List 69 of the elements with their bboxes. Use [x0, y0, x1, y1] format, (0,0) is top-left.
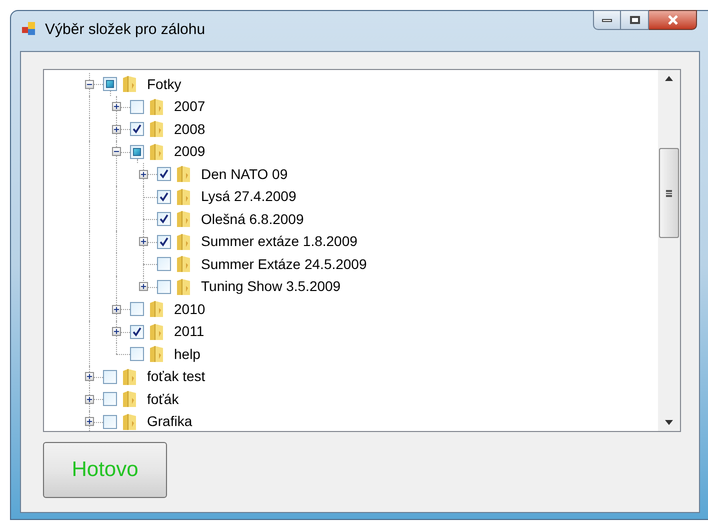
checkbox[interactable] [130, 302, 144, 316]
expand-toggle[interactable] [139, 170, 148, 179]
folder-label[interactable]: 2007 [174, 96, 206, 118]
folder-icon [122, 390, 138, 408]
scrollbar[interactable] [658, 70, 680, 431]
expand-toggle[interactable] [112, 304, 121, 314]
checkbox[interactable] [130, 100, 144, 114]
folder-icon [176, 188, 192, 206]
folder-icon [176, 232, 192, 251]
folder-icon [149, 300, 165, 318]
folder-label[interactable]: Den NATO 09 [201, 164, 288, 185]
checkbox[interactable] [157, 234, 171, 249]
collapse-toggle[interactable] [112, 147, 121, 156]
expand-toggle[interactable] [85, 394, 94, 404]
folder-label[interactable]: foťak test [147, 366, 206, 388]
checkbox[interactable] [130, 122, 144, 136]
checkbox[interactable] [103, 414, 117, 429]
folder-label[interactable]: foťák [147, 388, 179, 410]
folder-icon [122, 412, 138, 431]
scroll-down-icon[interactable] [665, 420, 673, 425]
expand-toggle[interactable] [85, 417, 94, 426]
expand-toggle[interactable] [112, 102, 121, 112]
folder-label[interactable]: Olešná 6.8.2009 [201, 208, 304, 230]
folder-label[interactable]: 2010 [174, 298, 206, 320]
checkbox[interactable] [157, 280, 171, 294]
folder-icon [149, 120, 165, 138]
folder-label[interactable]: Tuning Show 3.5.2009 [201, 276, 341, 298]
checkbox[interactable] [130, 347, 144, 362]
folder-icon [149, 322, 165, 341]
checkbox[interactable] [103, 370, 117, 384]
checkbox[interactable] [157, 167, 171, 182]
folder-label[interactable]: Lysá 27.4.2009 [201, 186, 296, 208]
minimize-button[interactable] [593, 10, 621, 30]
app-icon [21, 21, 37, 37]
maximize-button[interactable] [621, 10, 649, 30]
folder-icon [176, 278, 192, 296]
expand-toggle[interactable] [112, 327, 121, 336]
expand-toggle[interactable] [139, 237, 148, 246]
checkbox[interactable] [103, 77, 117, 92]
folder-icon [176, 165, 192, 184]
expand-toggle[interactable] [85, 372, 94, 382]
close-icon [666, 15, 678, 25]
collapse-toggle[interactable] [85, 80, 94, 89]
folder-label[interactable]: 2009 [174, 141, 206, 162]
folder-icon [149, 98, 165, 116]
checkbox[interactable] [130, 144, 144, 159]
folder-icon [149, 345, 165, 364]
folder-icon [176, 255, 192, 274]
folder-icon [149, 142, 165, 161]
folder-label[interactable]: Fotky [147, 74, 182, 95]
expand-toggle[interactable] [139, 282, 148, 292]
folder-label[interactable]: Summer extáze 1.8.2009 [201, 231, 358, 252]
folder-label[interactable]: Summer Extáze 24.5.2009 [201, 254, 367, 275]
folder-icon [122, 368, 138, 386]
checkbox[interactable] [157, 190, 171, 204]
checkbox[interactable] [103, 392, 117, 406]
folder-label[interactable]: help [174, 344, 200, 365]
folder-label[interactable]: 2008 [174, 118, 206, 140]
folder-icon [176, 210, 192, 228]
expand-toggle[interactable] [112, 124, 121, 134]
checkbox[interactable] [157, 212, 171, 226]
checkbox[interactable] [130, 324, 144, 339]
scroll-up-icon[interactable] [665, 76, 673, 81]
close-button[interactable] [649, 10, 697, 30]
folder-icon [122, 75, 138, 94]
folder-label[interactable]: 2011 [174, 321, 204, 342]
checkbox[interactable] [157, 257, 171, 272]
folder-label[interactable]: Grafika [147, 411, 192, 431]
window-title: Výběr složek pro zálohu [45, 22, 206, 37]
